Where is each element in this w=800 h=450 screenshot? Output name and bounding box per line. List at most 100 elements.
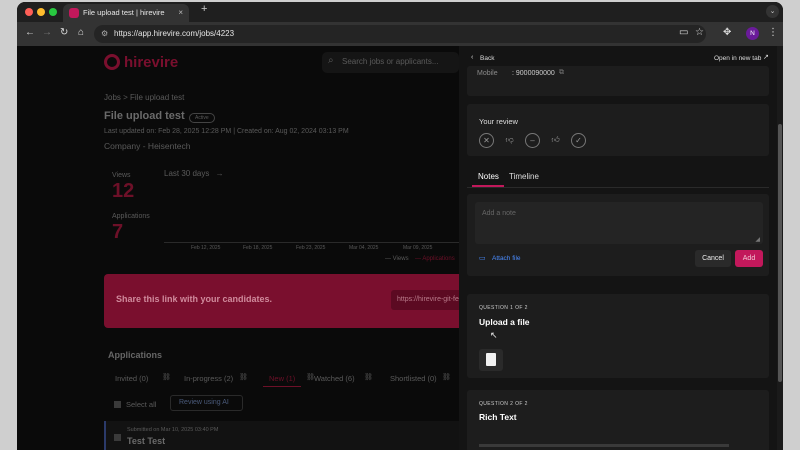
- tab-divider: [467, 187, 769, 188]
- forward-arrow-icon[interactable]: →: [42, 27, 52, 38]
- url-bar[interactable]: ⚙ https://app.hirevire.com/jobs/4223: [94, 25, 706, 43]
- site-info-icon[interactable]: ⚙: [101, 25, 108, 43]
- your-review-label: Your review: [479, 117, 518, 126]
- legend-views: — Views: [385, 256, 409, 262]
- notes-card: Add a note ◢ ▭ Attach file Cancel Add: [467, 194, 769, 276]
- question-counter: QUESTION 1 OF 2: [479, 305, 528, 311]
- search-placeholder: Search jobs or applicants...: [342, 57, 439, 66]
- company-name: Company - Heisentech: [104, 141, 191, 151]
- uploaded-file-button[interactable]: [479, 349, 503, 371]
- range-selector[interactable]: Last 30 days →: [164, 169, 224, 178]
- approve-check-icon[interactable]: ✓: [571, 133, 586, 148]
- tab-close-icon[interactable]: ×: [178, 4, 183, 22]
- question-title: Upload a file: [479, 317, 530, 327]
- chart-tick-label: Mar 09, 2025: [403, 245, 433, 251]
- status-badge: Active: [189, 113, 215, 123]
- tab-notes[interactable]: Notes: [478, 172, 499, 181]
- filter-tab[interactable]: Watched (6): [314, 374, 355, 383]
- share-link-field[interactable]: https://hirevire-git-fe...: [391, 290, 459, 310]
- background-app: hirevire ⌕ Search jobs or applicants... …: [17, 46, 459, 450]
- share-banner: Share this link with your candidates. ht…: [104, 274, 459, 328]
- filter-tab[interactable]: Shortlisted (0): [390, 374, 437, 383]
- breadcrumb-current: File upload test: [130, 93, 185, 102]
- question-title: Rich Text: [479, 412, 517, 422]
- external-link-icon[interactable]: ↗: [763, 53, 769, 61]
- mobile-value: : 9000090000: [512, 70, 555, 77]
- filter-tab[interactable]: Invited (0): [115, 374, 148, 383]
- copy-link-icon[interactable]: ⛓: [442, 373, 451, 381]
- share-text: Share this link with your candidates.: [116, 294, 273, 304]
- profile-avatar[interactable]: N: [746, 27, 759, 40]
- filter-tab[interactable]: New (1): [269, 374, 295, 383]
- browser-menu-icon[interactable]: ⋮: [768, 27, 778, 38]
- address-toolbar: ← → ↻ ⌂ ⚙ https://app.hirevire.com/jobs/…: [17, 22, 783, 46]
- mouse-cursor-icon: ↖: [490, 330, 498, 340]
- note-placeholder: Add a note: [482, 210, 516, 217]
- chart-tick-label: Mar 04, 2025: [349, 245, 379, 251]
- applicant-row[interactable]: Submitted on Mar 10, 2025 03:40 PM Test …: [104, 421, 459, 450]
- note-textarea[interactable]: Add a note ◢: [475, 202, 763, 244]
- copy-link-icon[interactable]: ⛓: [162, 373, 171, 381]
- review-ai-button[interactable]: Review using AI: [170, 395, 243, 411]
- copy-link-icon[interactable]: ⛓: [364, 373, 373, 381]
- select-all-checkbox[interactable]: [114, 401, 121, 408]
- job-title: File upload test: [104, 110, 185, 122]
- applications-heading: Applications: [108, 350, 163, 360]
- question-card-1: QUESTION 1 OF 2 Upload a file ↖: [467, 294, 769, 378]
- copy-icon[interactable]: ⧉: [559, 69, 564, 77]
- applications-value: 7: [112, 221, 124, 243]
- minimize-window-button[interactable]: [37, 8, 45, 16]
- tab-search-icon[interactable]: ⌄: [766, 5, 779, 18]
- neutral-face-icon[interactable]: –: [525, 133, 540, 148]
- document-icon: [486, 353, 496, 366]
- chart-tick-label: Feb 23, 2025: [296, 245, 326, 251]
- question-counter: QUESTION 2 OF 2: [479, 401, 528, 407]
- browser-window: File upload test | hirevire × + ⌄ ← → ↻ …: [17, 2, 783, 450]
- review-card: Your review ✕ 👎︎ – 👍︎ ✓: [467, 104, 769, 156]
- brand-name: hirevire: [124, 54, 179, 71]
- thumbs-down-icon[interactable]: 👎︎: [502, 133, 517, 148]
- close-window-button[interactable]: [25, 8, 33, 16]
- breadcrumb-jobs[interactable]: Jobs: [104, 93, 121, 102]
- search-box[interactable]: ⌕ Search jobs or applicants...: [322, 52, 459, 73]
- back-arrow-icon[interactable]: ←: [25, 27, 35, 38]
- range-arrow-icon: →: [215, 169, 224, 178]
- attach-file-icon[interactable]: ▭: [479, 254, 486, 262]
- applicant-checkbox[interactable]: [114, 434, 121, 441]
- select-all-label: Select all: [126, 400, 157, 409]
- filter-tab[interactable]: In-progress (2): [184, 374, 233, 383]
- panel-scroll-thumb[interactable]: [778, 124, 782, 382]
- maximize-window-button[interactable]: [49, 8, 57, 16]
- applicant-detail-panel: ‹ Back Open in new tab ↗ Mobile : 900009…: [459, 46, 783, 450]
- new-tab-button[interactable]: +: [201, 3, 207, 15]
- open-new-tab-link[interactable]: Open in new tab: [714, 55, 761, 62]
- hirevire-favicon-icon: [69, 8, 79, 18]
- home-icon[interactable]: ⌂: [78, 27, 84, 38]
- views-value: 12: [112, 180, 135, 202]
- extensions-icon[interactable]: ✥: [723, 27, 731, 38]
- reject-icon[interactable]: ✕: [479, 133, 494, 148]
- back-link[interactable]: Back: [480, 55, 494, 62]
- app-page: hirevire ⌕ Search jobs or applicants... …: [17, 46, 783, 450]
- chart-tick-label: Feb 18, 2025: [243, 245, 273, 251]
- browser-tab[interactable]: File upload test | hirevire ×: [63, 4, 189, 22]
- job-dates: Last updated on: Feb 28, 2025 12:28 PM |…: [104, 128, 349, 135]
- chart-baseline: [164, 242, 459, 243]
- copy-link-icon[interactable]: ⛓: [239, 373, 248, 381]
- reload-icon[interactable]: ↻: [60, 27, 68, 38]
- applications-label: Applications: [112, 213, 150, 220]
- tab-strip: File upload test | hirevire × + ⌄: [17, 2, 783, 22]
- back-chevron-icon[interactable]: ‹: [471, 54, 473, 61]
- add-note-button[interactable]: Add: [735, 250, 763, 267]
- cast-icon[interactable]: ▭: [679, 27, 688, 38]
- submitted-date: Submitted on Mar 10, 2025 03:40 PM: [127, 427, 219, 433]
- cancel-button[interactable]: Cancel: [695, 250, 731, 267]
- thumbs-up-icon[interactable]: 👍︎: [548, 133, 563, 148]
- resize-handle-icon[interactable]: ◢: [755, 236, 760, 243]
- attach-file-link[interactable]: Attach file: [492, 255, 521, 262]
- tab-timeline[interactable]: Timeline: [509, 172, 539, 181]
- active-filter-underline: [263, 386, 301, 387]
- mobile-label: Mobile: [477, 70, 498, 77]
- search-icon: ⌕: [328, 55, 334, 66]
- bookmark-star-icon[interactable]: ☆: [695, 27, 704, 38]
